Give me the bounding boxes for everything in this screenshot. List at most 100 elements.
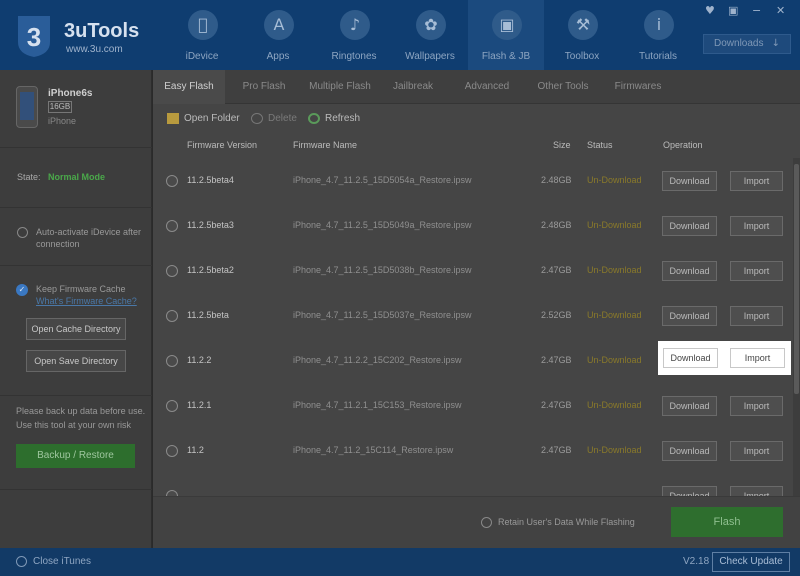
retain-data-option[interactable]: Retain User's Data While Flashing	[481, 517, 635, 529]
download-button[interactable]: Download	[662, 486, 717, 496]
tab-advanced[interactable]: Advanced	[449, 70, 525, 104]
header-status: Status	[587, 140, 613, 150]
firmware-name: iPhone_4.7_11.2.5_15D5054a_Restore.ipsw	[293, 175, 472, 185]
flash-subtabs: Easy Flash Pro Flash Multiple Flash Jail…	[153, 70, 800, 104]
firmware-version: 11.2.5beta3	[187, 220, 234, 230]
nav-label: Apps	[266, 51, 290, 62]
download-button[interactable]: Download	[662, 216, 717, 236]
auto-activate-radio[interactable]	[17, 227, 28, 238]
open-folder-label: Open Folder	[184, 113, 240, 125]
download-button[interactable]: Download	[662, 396, 717, 416]
firmware-size: 2.48GB	[541, 220, 572, 230]
table-row[interactable]: Download Import	[153, 473, 793, 496]
open-folder-button[interactable]: Open Folder	[167, 113, 240, 124]
favorite-icon[interactable]: ♥	[705, 4, 715, 17]
nav-ringtones[interactable]: ♪ Ringtones	[316, 0, 392, 70]
nav-label: Tutorials	[639, 51, 677, 62]
nav-apps[interactable]: A Apps	[240, 0, 316, 70]
check-update-button[interactable]: Check Update	[712, 552, 790, 572]
close-itunes-option[interactable]: Close iTunes	[16, 556, 91, 567]
import-button[interactable]: Import	[730, 261, 783, 281]
retain-data-label: Retain User's Data While Flashing	[498, 517, 635, 527]
firmware-name: iPhone_4.7_11.2.5_15D5038b_Restore.ipsw	[293, 265, 472, 275]
close-itunes-radio[interactable]	[16, 556, 27, 567]
keep-cache-checkbox[interactable]: ✓	[16, 284, 28, 296]
state-label: State:	[17, 172, 41, 182]
table-row[interactable]: 11.2.1 iPhone_4.7_11.2.1_15C153_Restore.…	[153, 383, 793, 428]
import-button[interactable]: Import	[730, 171, 783, 191]
download-button[interactable]: Download	[662, 171, 717, 191]
firmware-size: 2.52GB	[541, 310, 572, 320]
row-select-radio[interactable]	[166, 175, 178, 187]
close-itunes-label: Close iTunes	[33, 556, 91, 568]
skin-icon[interactable]: ▣	[728, 4, 738, 17]
auto-activate-option[interactable]: Auto-activate iDevice after connection	[0, 208, 152, 266]
tab-easy-flash[interactable]: Easy Flash	[153, 70, 225, 104]
logo-mark-icon: 3	[18, 16, 50, 57]
nav-flash-jb[interactable]: ▣ Flash & JB	[468, 0, 544, 70]
tab-multiple-flash[interactable]: Multiple Flash	[303, 70, 377, 104]
open-save-directory-button[interactable]: Open Save Directory	[26, 350, 126, 372]
nav-idevice[interactable]:  iDevice	[164, 0, 240, 70]
downloads-button[interactable]: Downloads ↓	[703, 34, 791, 54]
backup-restore-button[interactable]: Backup / Restore	[16, 444, 135, 468]
table-row[interactable]: 11.2.5beta3 iPhone_4.7_11.2.5_15D5049a_R…	[153, 203, 793, 248]
backup-warning-section: Please back up data before use. Use this…	[0, 396, 152, 490]
firmware-size: 2.47GB	[541, 265, 572, 275]
minimize-icon[interactable]: −	[752, 4, 761, 17]
scrollbar-thumb[interactable]	[794, 164, 799, 394]
import-button[interactable]: Import	[730, 348, 785, 368]
retain-data-radio[interactable]	[481, 517, 492, 529]
table-row[interactable]: 11.2 iPhone_4.7_11.2_15C114_Restore.ipsw…	[153, 428, 793, 473]
nav-wallpapers[interactable]: ✿ Wallpapers	[392, 0, 468, 70]
download-button[interactable]: Download	[662, 441, 717, 461]
row-select-radio[interactable]	[166, 220, 178, 232]
import-button[interactable]: Import	[730, 486, 783, 496]
table-row[interactable]: 11.2.5beta2 iPhone_4.7_11.2.5_15D5038b_R…	[153, 248, 793, 293]
table-scrollbar[interactable]	[793, 158, 800, 496]
import-button[interactable]: Import	[730, 396, 783, 416]
table-row[interactable]: 11.2.5beta4 iPhone_4.7_11.2.5_15D5054a_R…	[153, 158, 793, 203]
tools-icon: ⚒	[568, 10, 598, 40]
table-row[interactable]: 11.2.5beta iPhone_4.7_11.2.5_15D5037e_Re…	[153, 293, 793, 338]
delete-button[interactable]: Delete	[251, 113, 297, 124]
device-name: iPhone6s	[48, 88, 93, 99]
firmware-version: 11.2	[187, 445, 204, 455]
main-nav:  iDevice A Apps ♪ Ringtones ✿ Wallpaper…	[164, 0, 696, 70]
app-version: V2.18	[683, 556, 710, 567]
tab-jailbreak[interactable]: Jailbreak	[377, 70, 449, 104]
row-select-radio[interactable]	[166, 355, 178, 367]
tab-pro-flash[interactable]: Pro Flash	[225, 70, 303, 104]
flash-footer: Retain User's Data While Flashing Flash	[153, 496, 800, 548]
firmware-table-header: Firmware Version Firmware Name Size Stat…	[153, 136, 793, 156]
flash-button[interactable]: Flash	[671, 507, 783, 537]
close-icon[interactable]: ✕	[776, 4, 785, 17]
row-select-radio[interactable]	[166, 265, 178, 277]
download-button[interactable]: Download	[662, 306, 717, 326]
row-select-radio[interactable]	[166, 445, 178, 457]
row-select-radio[interactable]	[166, 310, 178, 322]
nav-label: Ringtones	[331, 51, 377, 62]
delete-label: Delete	[268, 113, 297, 125]
app-url: www.3u.com	[66, 44, 123, 55]
firmware-status: Un-Download	[587, 355, 642, 365]
wallpaper-icon: ✿	[416, 10, 446, 40]
download-button[interactable]: Download	[663, 348, 718, 368]
refresh-button[interactable]: Refresh	[308, 113, 360, 124]
tab-firmwares[interactable]: Firmwares	[601, 70, 675, 104]
import-button[interactable]: Import	[730, 306, 783, 326]
import-button[interactable]: Import	[730, 216, 783, 236]
import-button[interactable]: Import	[730, 441, 783, 461]
tab-other-tools[interactable]: Other Tools	[525, 70, 601, 104]
firmware-version: 11.2.5beta2	[187, 265, 234, 275]
row-select-radio[interactable]	[166, 400, 178, 412]
device-card: iPhone6s 16GB iPhone	[0, 70, 152, 148]
download-button[interactable]: Download	[662, 261, 717, 281]
firmware-version: 11.2.1	[187, 400, 212, 410]
open-cache-directory-button[interactable]: Open Cache Directory	[26, 318, 126, 340]
top-header: 3 3uTools www.3u.com  iDevice A Apps ♪ …	[0, 0, 800, 70]
firmware-cache-help-link[interactable]: What's Firmware Cache?	[36, 296, 137, 306]
app-name: 3uTools	[64, 20, 140, 42]
nav-toolbox[interactable]: ⚒ Toolbox	[544, 0, 620, 70]
nav-tutorials[interactable]: i Tutorials	[620, 0, 696, 70]
